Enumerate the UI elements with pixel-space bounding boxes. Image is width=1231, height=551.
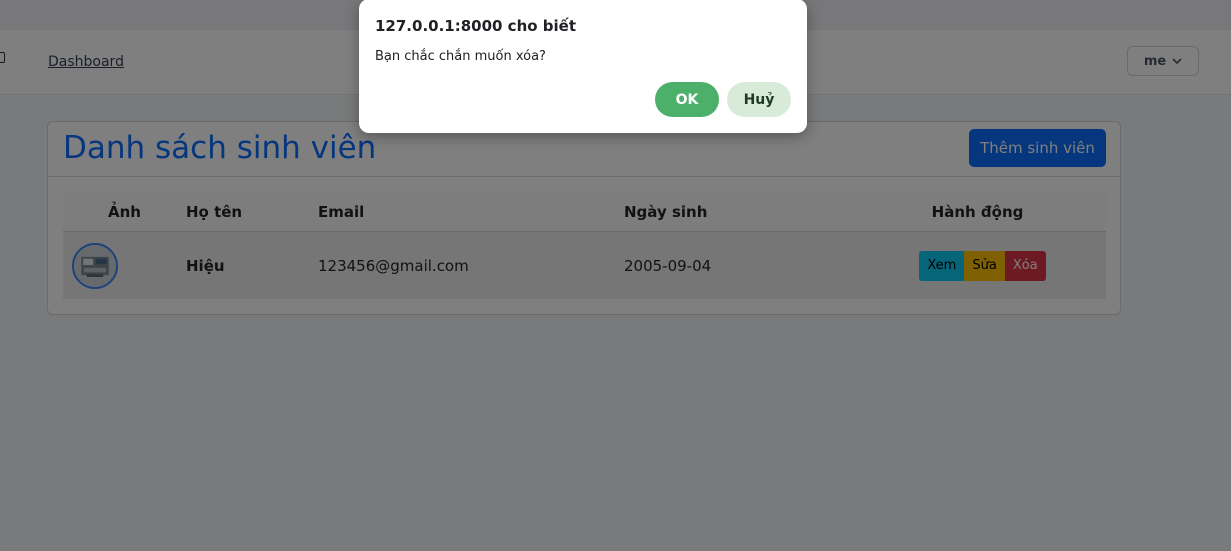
dialog-message: Bạn chắc chắn muốn xóa? [375, 49, 546, 64]
page: Dashboard me Danh sách sinh viên Thêm si… [0, 0, 1231, 551]
dialog-ok-button[interactable]: OK [655, 82, 719, 117]
dialog-cancel-button[interactable]: Huỷ [727, 82, 791, 117]
confirm-dialog: 127.0.0.1:8000 cho biết Bạn chắc chắn mu… [359, 0, 807, 133]
dialog-title: 127.0.0.1:8000 cho biết [375, 17, 577, 35]
